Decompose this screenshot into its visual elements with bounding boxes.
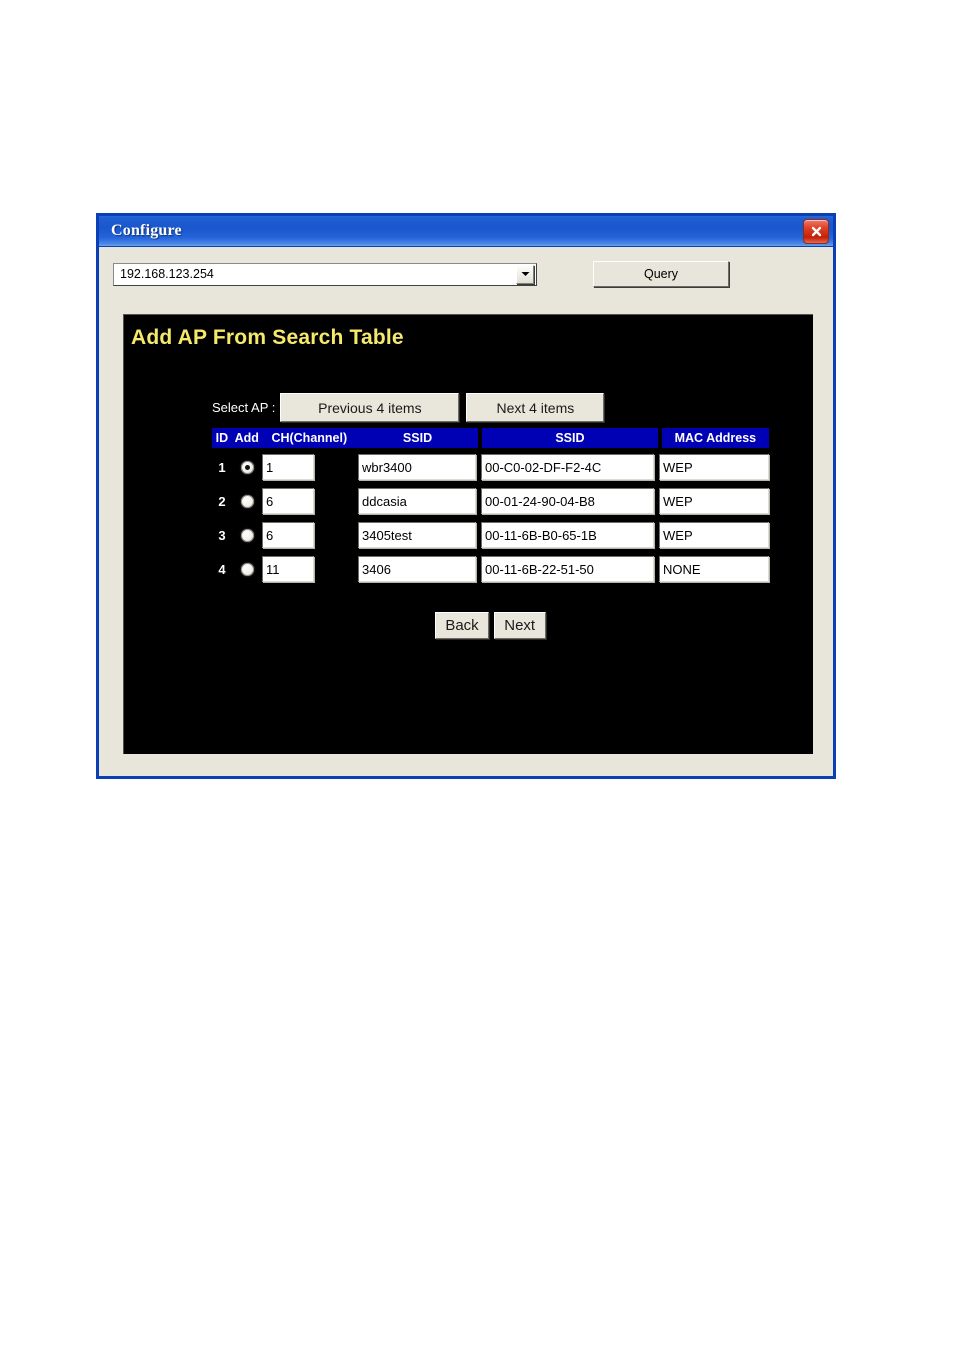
ssid-field[interactable]: 3405test bbox=[358, 522, 476, 548]
table-row: 3 6 3405test 00-11-6B-B0-65-1B WEP bbox=[212, 520, 769, 550]
channel-field[interactable]: 1 bbox=[262, 454, 314, 480]
column-header-add: Add bbox=[231, 428, 262, 448]
ap-search-table: ID Add CH(Channel) SSID SSID MAC Address… bbox=[212, 428, 769, 584]
next-4-items-label: Next 4 items bbox=[496, 399, 575, 416]
table-body: 1 1 wbr3400 00-C0-02-DF-F2-4C WEP 2 6 ddcasia 00… bbox=[212, 452, 769, 584]
select-ap-row: Select AP : Previous 4 items Next 4 item… bbox=[212, 393, 813, 422]
configure-window: Configure 192.168.123.254 Query Add AP F… bbox=[96, 213, 836, 779]
window-title: Configure bbox=[111, 222, 182, 239]
security-field[interactable]: WEP bbox=[659, 454, 769, 480]
security-field[interactable]: NONE bbox=[659, 556, 769, 582]
chevron-down-icon[interactable] bbox=[516, 264, 534, 284]
column-header-channel: CH(Channel) bbox=[261, 428, 357, 448]
mac-address-field[interactable]: 00-11-6B-22-51-50 bbox=[481, 556, 654, 582]
security-field[interactable]: WEP bbox=[659, 488, 769, 514]
table-header-row: ID Add CH(Channel) SSID SSID MAC Address bbox=[212, 428, 769, 448]
row-select-radio-cell bbox=[232, 460, 262, 474]
next-button-label: Next bbox=[504, 617, 536, 634]
query-button-label: Query bbox=[643, 267, 679, 281]
row-select-radio-cell bbox=[232, 562, 262, 576]
ip-address-value: 192.168.123.254 bbox=[120, 267, 214, 281]
content-panel: Add AP From Search Table Select AP : Pre… bbox=[123, 314, 813, 754]
radio-button-icon[interactable] bbox=[240, 460, 254, 474]
back-button[interactable]: Back bbox=[435, 612, 489, 639]
channel-field[interactable]: 11 bbox=[262, 556, 314, 582]
column-header-mac: MAC Address bbox=[661, 428, 769, 448]
ssid-field[interactable]: ddcasia bbox=[358, 488, 476, 514]
previous-4-items-label: Previous 4 items bbox=[318, 399, 422, 416]
toolbar: 192.168.123.254 Query bbox=[99, 247, 833, 297]
row-id: 1 bbox=[218, 459, 226, 475]
footer-buttons: Back Next bbox=[212, 612, 769, 639]
radio-button-icon[interactable] bbox=[240, 494, 254, 508]
mac-address-field[interactable]: 00-C0-02-DF-F2-4C bbox=[481, 454, 654, 480]
table-row: 1 1 wbr3400 00-C0-02-DF-F2-4C WEP bbox=[212, 452, 769, 482]
channel-field[interactable]: 6 bbox=[262, 522, 314, 548]
table-row: 4 11 3406 00-11-6B-22-51-50 NONE bbox=[212, 554, 769, 584]
close-icon[interactable] bbox=[803, 219, 829, 244]
page-title: Add AP From Search Table bbox=[131, 326, 404, 349]
next-4-items-button[interactable]: Next 4 items bbox=[466, 393, 605, 422]
ssid-field[interactable]: 3406 bbox=[358, 556, 476, 582]
previous-4-items-button[interactable]: Previous 4 items bbox=[280, 393, 460, 422]
row-select-radio-cell bbox=[232, 528, 262, 542]
ip-address-dropdown[interactable]: 192.168.123.254 bbox=[113, 262, 537, 286]
back-button-label: Back bbox=[445, 617, 479, 634]
title-bar: Configure bbox=[99, 216, 833, 247]
channel-field[interactable]: 6 bbox=[262, 488, 314, 514]
row-select-radio-cell bbox=[232, 494, 262, 508]
mac-address-field[interactable]: 00-11-6B-B0-65-1B bbox=[481, 522, 654, 548]
radio-button-icon[interactable] bbox=[240, 562, 254, 576]
radio-button-icon[interactable] bbox=[240, 528, 254, 542]
select-ap-label: Select AP : bbox=[212, 400, 276, 415]
security-field[interactable]: WEP bbox=[659, 522, 769, 548]
row-id: 3 bbox=[218, 527, 226, 543]
table-row: 2 6 ddcasia 00-01-24-90-04-B8 WEP bbox=[212, 486, 769, 516]
row-id: 4 bbox=[218, 561, 226, 577]
query-button[interactable]: Query bbox=[593, 261, 729, 287]
row-id: 2 bbox=[218, 493, 226, 509]
next-button[interactable]: Next bbox=[493, 612, 546, 639]
column-header-id: ID bbox=[212, 428, 232, 448]
ssid-field[interactable]: wbr3400 bbox=[358, 454, 476, 480]
column-header-ssid-1: SSID bbox=[356, 428, 479, 448]
mac-address-field[interactable]: 00-01-24-90-04-B8 bbox=[481, 488, 654, 514]
column-header-ssid-2: SSID bbox=[482, 428, 658, 448]
